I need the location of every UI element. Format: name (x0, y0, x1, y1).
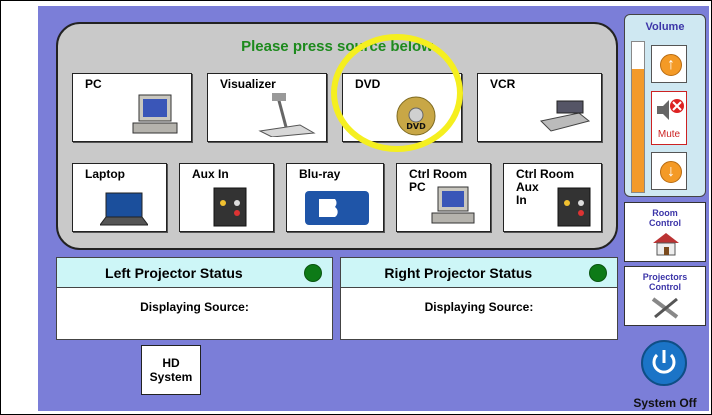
projectors-control-button[interactable]: Projectors Control (624, 266, 706, 326)
status-header: Left Projector Status (57, 258, 332, 288)
laptop-icon (100, 192, 148, 226)
room-control-label: Room Control (649, 208, 681, 228)
power-icon (652, 350, 676, 374)
projectors-control-label: Projectors Control (642, 272, 688, 292)
status-indicator-icon (589, 264, 607, 282)
displaying-source-text: Displaying Source: (140, 300, 249, 314)
house-icon (653, 233, 679, 256)
mute-button[interactable]: Mute (651, 91, 687, 145)
mute-label: Mute (657, 129, 681, 140)
displaying-source-text: Displaying Source: (424, 300, 534, 314)
left-projector-status: Left Projector Status Displaying Source: (56, 257, 333, 340)
source-panel-title: Please press source below (241, 38, 433, 55)
source-label: VCR (490, 77, 516, 91)
desktop-computer-icon (431, 186, 475, 224)
hd-system-button[interactable]: HD System (141, 345, 201, 395)
volume-level-fill (632, 69, 644, 192)
system-off-label: System Off (633, 396, 697, 410)
vcr-player-icon (539, 100, 591, 132)
volume-down-button[interactable]: ↓ (651, 152, 687, 190)
speaker-mute-icon (657, 99, 684, 120)
av-input-panel-icon (557, 187, 591, 227)
av-input-panel-icon (213, 187, 247, 227)
source-label: PC (85, 77, 102, 91)
tools-icon (651, 297, 679, 319)
source-visualizer-button[interactable]: Visualizer (207, 73, 327, 142)
document-camera-icon (258, 93, 316, 137)
source-label: Aux In (192, 167, 229, 181)
power-button[interactable] (641, 340, 687, 386)
arrow-down-icon: ↓ (660, 161, 682, 183)
volume-panel: Volume ↑ Mute ↓ (624, 14, 706, 197)
source-ctrl-room-pc-button[interactable]: Ctrl Room PC (396, 163, 491, 232)
bluray-disc-icon (305, 191, 369, 225)
selection-highlight-circle (331, 34, 463, 152)
status-indicator-icon (304, 264, 322, 282)
source-ctrl-room-aux-in-button[interactable]: Ctrl Room Aux In (503, 163, 602, 232)
right-projector-status: Right Projector Status Displaying Source… (340, 257, 618, 340)
source-laptop-button[interactable]: Laptop (72, 163, 167, 232)
source-aux-in-button[interactable]: Aux In (179, 163, 274, 232)
source-bluray-button[interactable]: Blu-ray (286, 163, 384, 232)
source-label: Blu-ray (299, 167, 341, 181)
status-title: Left Projector Status (105, 265, 243, 281)
desktop-computer-icon (132, 94, 178, 134)
arrow-up-icon: ↑ (660, 54, 682, 76)
source-vcr-button[interactable]: VCR (477, 73, 602, 142)
status-header: Right Projector Status (341, 258, 617, 288)
source-label: Laptop (85, 167, 125, 181)
status-title: Right Projector Status (384, 265, 533, 281)
volume-up-button[interactable]: ↑ (651, 45, 687, 83)
room-control-button[interactable]: Room Control (624, 202, 706, 262)
volume-title: Volume (645, 21, 685, 33)
source-pc-button[interactable]: PC (72, 73, 192, 142)
volume-level-bar (631, 41, 645, 193)
